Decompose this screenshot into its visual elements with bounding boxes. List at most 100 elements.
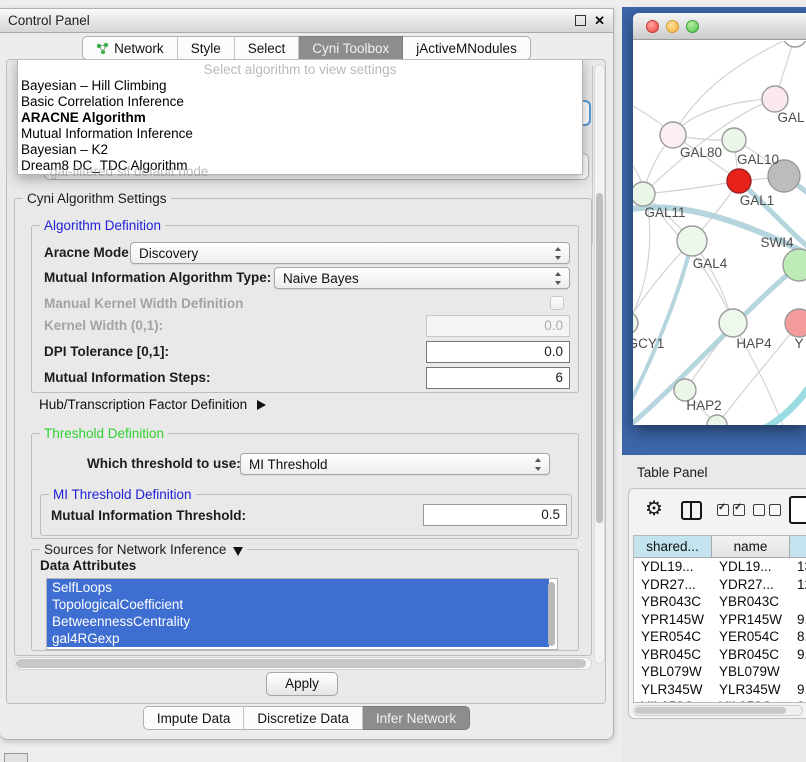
which-threshold-value: MI Threshold <box>249 457 328 472</box>
tab-select[interactable]: Select <box>235 36 300 60</box>
attribute-selfloops[interactable]: SelfLoops <box>47 579 549 596</box>
node-gal10[interactable] <box>722 128 746 152</box>
node-gal1[interactable] <box>727 169 751 193</box>
table-cell: YBL079W <box>634 663 712 681</box>
data-attributes-list[interactable]: SelfLoopsTopologicalCoefficientBetweenne… <box>46 578 558 650</box>
table-horizontal-scrollbar[interactable] <box>633 705 803 716</box>
network-window-titlebar <box>633 13 806 40</box>
stepper-icon <box>553 247 564 260</box>
attribute-gal4rgexp[interactable]: gal4RGexp <box>47 630 549 647</box>
mi-algorithm-type-combo[interactable]: Naive Bayes <box>274 267 570 289</box>
algorithm-option-basic-correlation-inference[interactable]: Basic Correlation Inference <box>18 94 582 110</box>
algorithm-option-bayesian-k2[interactable]: Bayesian – K2 <box>18 142 582 158</box>
hub-definition-toggle[interactable]: Hub/Transcription Factor Definition <box>39 397 266 412</box>
column-header-name[interactable]: name <box>712 536 790 558</box>
table-row[interactable]: YPR145WYPR145W9. <box>634 611 806 629</box>
aracne-mode-combo[interactable]: Discovery <box>130 242 570 264</box>
table-cell: YBL079W <box>712 663 790 681</box>
node-label-gal80: GAL80 <box>680 145 722 160</box>
node-unlabeled[interactable] <box>783 41 806 47</box>
table-row[interactable]: YBR043CYBR043C <box>634 593 806 611</box>
node-gcy1[interactable] <box>633 312 638 334</box>
table-cell: YER054C <box>634 628 712 646</box>
table-row[interactable]: YDR27...YDR27...12 <box>634 576 806 594</box>
table-cell: 13 <box>790 558 806 576</box>
popup-item-list: Bayesian – Hill ClimbingBasic Correlatio… <box>18 78 582 174</box>
node-gal11[interactable] <box>633 182 655 206</box>
gear-icon[interactable]: ⚙ <box>645 497 663 521</box>
node-label-gal11: GAL11 <box>644 205 685 220</box>
cyni-algorithm-settings-group: Cyni Algorithm Settings Algorithm Defini… <box>14 198 592 656</box>
checked-box-icon <box>717 504 729 516</box>
algorithm-option-aracne-algorithm[interactable]: ARACNE Algorithm <box>18 110 582 126</box>
table-row[interactable]: YLR345WYLR345W9. <box>634 681 806 699</box>
network-edge-highlighted[interactable] <box>751 373 806 425</box>
cytoscape-desktop: GALGAL80GAL10GAL1GAL11SWI4GAL4GCY1HAP4YH… <box>622 7 806 455</box>
table-row[interactable]: YIL052CYIL052C9 <box>634 698 806 703</box>
aracne-mode-label: Aracne Mode: <box>44 243 133 263</box>
node-table: shared...nameA YDL19...YDL19...13YDR27..… <box>633 535 806 703</box>
background-combo-value: gal-filtered sif default node <box>50 164 208 179</box>
list-scrollbar-thumb[interactable] <box>548 582 555 646</box>
column-header-shared[interactable]: shared... <box>634 536 712 558</box>
screen: Control Panel ✕ NetworkStyleSelectCyni T… <box>0 0 806 762</box>
tab-discretize-data[interactable]: Discretize Data <box>244 706 363 730</box>
collapsed-panel-icon[interactable] <box>4 753 28 762</box>
table-rows: YDL19...YDL19...13YDR27...YDR27...12YBR0… <box>634 558 806 703</box>
table-cell: YPR145W <box>712 611 790 629</box>
table-cell: YBR045C <box>712 646 790 664</box>
tab-jactivemnodules[interactable]: jActiveMNodules <box>403 36 531 60</box>
algorithm-definition-title: Algorithm Definition <box>40 218 165 233</box>
sources-title[interactable]: Sources for Network Inference <box>40 542 247 557</box>
node-gal4[interactable] <box>677 226 707 256</box>
table-row[interactable]: YER054CYER054C8. <box>634 628 806 646</box>
algorithm-option-mutual-information-inference[interactable]: Mutual Information Inference <box>18 126 582 142</box>
table-cell: YER054C <box>712 628 790 646</box>
network-canvas[interactable]: GALGAL80GAL10GAL1GAL11SWI4GAL4GCY1HAP4YH… <box>633 41 806 425</box>
tab-network[interactable]: Network <box>82 36 178 60</box>
node-gal[interactable] <box>762 86 788 112</box>
tab-infer-network[interactable]: Infer Network <box>363 706 470 730</box>
table-row[interactable]: YBL079WYBL079W <box>634 663 806 681</box>
network-edge[interactable] <box>673 99 775 135</box>
mi-threshold-field[interactable]: 0.5 <box>423 504 567 526</box>
zoom-traffic-light-icon[interactable] <box>686 20 699 33</box>
which-threshold-combo[interactable]: MI Threshold <box>240 453 550 475</box>
algorithm-dropdown-popup: Select algorithm to view settings Bayesi… <box>17 59 583 175</box>
vertical-scrollbar[interactable] <box>594 64 605 664</box>
vertical-scrollbar-thumb[interactable] <box>596 193 603 523</box>
algorithm-option-bayesian-hill-climbing[interactable]: Bayesian – Hill Climbing <box>18 78 582 94</box>
tab-style[interactable]: Style <box>178 36 235 60</box>
minimize-traffic-light-icon[interactable] <box>666 20 679 33</box>
table-cell: 12 <box>790 576 806 594</box>
network-graph[interactable]: GALGAL80GAL10GAL1GAL11SWI4GAL4GCY1HAP4YH… <box>633 41 806 425</box>
close-icon[interactable]: ✕ <box>594 14 605 27</box>
node-y[interactable] <box>785 309 806 337</box>
file-icon[interactable] <box>789 496 806 524</box>
attribute-betweennesscentrality[interactable]: BetweennessCentrality <box>47 613 549 630</box>
tab-impute-data[interactable]: Impute Data <box>143 706 245 730</box>
table-cell: YPR145W <box>634 611 712 629</box>
table-row[interactable]: YDL19...YDL19...13 <box>634 558 806 576</box>
close-traffic-light-icon[interactable] <box>646 20 659 33</box>
node-hap4[interactable] <box>719 309 747 337</box>
tab-cyni-toolbox[interactable]: Cyni Toolbox <box>299 36 403 60</box>
apply-button[interactable]: Apply <box>266 672 338 696</box>
horizontal-scrollbar[interactable] <box>14 657 592 670</box>
table-row[interactable]: YBR045CYBR045C9. <box>634 646 806 664</box>
column-layout-icon[interactable] <box>681 501 702 520</box>
float-window-icon[interactable] <box>575 15 586 26</box>
select-all-icon[interactable] <box>717 504 745 516</box>
horizontal-scrollbar-thumb[interactable] <box>16 659 586 668</box>
mi-steps-field[interactable]: 6 <box>426 367 570 389</box>
table-cell: YLR345W <box>712 681 790 699</box>
table-scrollbar-thumb[interactable] <box>635 707 786 714</box>
deselect-all-icon[interactable] <box>753 504 781 516</box>
column-header-a[interactable]: A <box>790 536 806 558</box>
network-edge[interactable] <box>643 181 739 194</box>
attribute-topologicalcoefficient[interactable]: TopologicalCoefficient <box>47 596 549 613</box>
tab-cyni-toolbox-label: Cyni Toolbox <box>312 41 389 56</box>
table-cell: YBR045C <box>634 646 712 664</box>
dpi-tolerance-field[interactable]: 0.0 <box>426 341 570 363</box>
manual-kernel-checkbox[interactable] <box>550 296 564 310</box>
